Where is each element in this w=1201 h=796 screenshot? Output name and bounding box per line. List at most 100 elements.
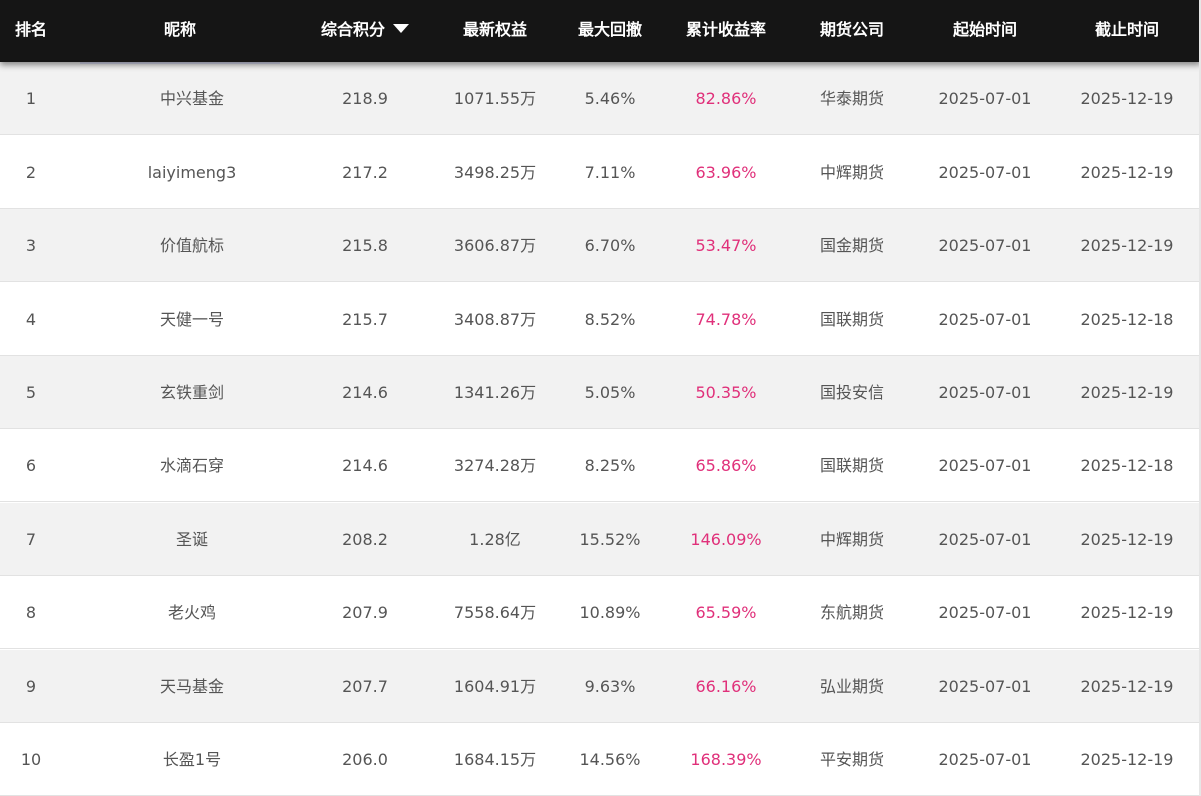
cell-start: 2025-07-01: [938, 530, 1032, 549]
cell-score: 208.2: [342, 530, 388, 549]
cell-end: 2025-12-19: [1080, 750, 1174, 769]
header-nickname[interactable]: 昵称: [80, 0, 280, 62]
cell-rank: 3: [25, 236, 37, 255]
cell-company: 东航期货: [819, 603, 884, 622]
cell-company: 弘业期货: [819, 677, 884, 696]
header-return-rate-label: 累计收益率: [685, 20, 766, 39]
cell-return-rate: 66.16%: [695, 677, 757, 696]
cell-rank: 6: [25, 456, 37, 475]
header-end[interactable]: 截止时间: [1056, 0, 1198, 62]
cell-drawdown: 8.52%: [584, 310, 636, 329]
cell-equity: 3498.25万: [453, 163, 537, 182]
cell-return-rate: 146.09%: [690, 530, 762, 549]
header-return-rate[interactable]: 累计收益率: [662, 0, 790, 62]
cell-company: 国联期货: [819, 456, 884, 475]
cell-nickname[interactable]: 圣诞: [80, 503, 304, 576]
table-row[interactable]: 2 laiyimeng3 217.2 3498.25万 7.11% 63.96%…: [0, 136, 1201, 209]
cell-rank: 1: [25, 89, 37, 108]
cell-equity: 3274.28万: [453, 456, 537, 475]
header-nickname-label: 昵称: [163, 20, 196, 39]
cell-company: 华泰期货: [819, 89, 884, 108]
cell-company: 国投安信: [819, 383, 884, 402]
cell-end: 2025-12-19: [1080, 603, 1174, 622]
cell-drawdown: 15.52%: [579, 530, 641, 549]
table-row[interactable]: 3 价值航标 215.8 3606.87万 6.70% 53.47% 国金期货 …: [0, 209, 1201, 282]
table-row[interactable]: 8 老火鸡 207.9 7558.64万 10.89% 65.59% 东航期货 …: [0, 576, 1201, 649]
cell-start: 2025-07-01: [938, 677, 1032, 696]
cell-score: 215.7: [342, 310, 388, 329]
cell-end: 2025-12-19: [1080, 89, 1174, 108]
header-drawdown-label: 最大回撤: [577, 20, 642, 39]
cell-end: 2025-12-19: [1080, 383, 1174, 402]
table-row[interactable]: 4 天健一号 215.7 3408.87万 8.52% 74.78% 国联期货 …: [0, 283, 1201, 356]
table-row[interactable]: 9 天马基金 207.7 1604.91万 9.63% 66.16% 弘业期货 …: [0, 650, 1201, 723]
cell-score: 215.8: [342, 236, 388, 255]
cell-company: 国金期货: [819, 236, 884, 255]
cell-equity: 3606.87万: [453, 236, 537, 255]
cell-nickname[interactable]: laiyimeng3: [80, 136, 304, 209]
table-row[interactable]: 5 玄铁重剑 214.6 1341.26万 5.05% 50.35% 国投安信 …: [0, 356, 1201, 429]
table-row[interactable]: 6 水滴石穿 214.6 3274.28万 8.25% 65.86% 国联期货 …: [0, 429, 1201, 502]
cell-company: 国联期货: [819, 310, 884, 329]
ranking-table: 排名 昵称 综合积分 最新权益 最大回撤 累计收益率 期货公司 起始时间 截止时…: [0, 0, 1201, 796]
cell-score: 217.2: [342, 163, 388, 182]
header-drawdown[interactable]: 最大回撤: [560, 0, 660, 62]
header-start[interactable]: 起始时间: [914, 0, 1056, 62]
cell-equity: 3408.87万: [453, 310, 537, 329]
table-row[interactable]: 7 圣诞 208.2 1.28亿 15.52% 146.09% 中辉期货 202…: [0, 503, 1201, 576]
cell-start: 2025-07-01: [938, 603, 1032, 622]
cell-end: 2025-12-19: [1080, 163, 1174, 182]
cell-nickname[interactable]: 天马基金: [80, 650, 304, 723]
cell-score: 207.7: [342, 677, 388, 696]
cell-nickname[interactable]: 长盈1号: [80, 723, 304, 796]
cell-equity: 7558.64万: [453, 603, 537, 622]
cell-score: 218.9: [342, 89, 388, 108]
cell-end: 2025-12-19: [1080, 677, 1174, 696]
cell-return-rate: 82.86%: [695, 89, 757, 108]
cell-rank: 9: [25, 677, 37, 696]
cell-score: 214.6: [342, 383, 388, 402]
cell-nickname[interactable]: 老火鸡: [80, 576, 304, 649]
cell-drawdown: 5.05%: [584, 383, 636, 402]
cell-nickname[interactable]: 水滴石穿: [80, 429, 304, 502]
cell-drawdown: 7.11%: [584, 163, 636, 182]
cell-start: 2025-07-01: [938, 383, 1032, 402]
cell-equity: 1071.55万: [453, 89, 537, 108]
header-company-label: 期货公司: [819, 20, 884, 39]
caret-down-icon[interactable]: [393, 24, 409, 33]
cell-equity: 1.28亿: [469, 530, 521, 549]
cell-score: 207.9: [342, 603, 388, 622]
cell-nickname[interactable]: 价值航标: [80, 209, 304, 282]
cell-score: 206.0: [342, 750, 388, 769]
cell-start: 2025-07-01: [938, 89, 1032, 108]
cell-nickname[interactable]: 玄铁重剑: [80, 356, 304, 429]
cell-company: 平安期货: [819, 750, 884, 769]
header-rank[interactable]: 排名: [0, 0, 62, 62]
cell-rank: 2: [25, 163, 37, 182]
cell-drawdown: 10.89%: [579, 603, 641, 622]
cell-rank: 4: [25, 310, 37, 329]
cell-score: 214.6: [342, 456, 388, 475]
cell-rank: 10: [20, 750, 42, 769]
cell-rank: 7: [25, 530, 37, 549]
cell-return-rate: 50.35%: [695, 383, 757, 402]
header-company[interactable]: 期货公司: [790, 0, 914, 62]
cell-company: 中辉期货: [819, 163, 884, 182]
cell-return-rate: 74.78%: [695, 310, 757, 329]
header-equity[interactable]: 最新权益: [430, 0, 560, 62]
cell-drawdown: 5.46%: [584, 89, 636, 108]
cell-start: 2025-07-01: [938, 456, 1032, 475]
cell-equity: 1684.15万: [453, 750, 537, 769]
header-score[interactable]: 综合积分: [300, 0, 430, 62]
table-row[interactable]: 10 长盈1号 206.0 1684.15万 14.56% 168.39% 平安…: [0, 723, 1201, 796]
cell-end: 2025-12-18: [1080, 310, 1174, 329]
header-score-label: 综合积分: [320, 20, 385, 39]
cell-company: 中辉期货: [819, 530, 884, 549]
header-start-label: 起始时间: [952, 20, 1017, 39]
cell-nickname[interactable]: 天健一号: [80, 283, 304, 356]
cell-return-rate: 63.96%: [695, 163, 757, 182]
table-row[interactable]: 1 中兴基金 218.9 1071.55万 5.46% 82.86% 华泰期货 …: [0, 62, 1201, 135]
cell-end: 2025-12-18: [1080, 456, 1174, 475]
header-end-label: 截止时间: [1094, 20, 1159, 39]
cell-nickname[interactable]: 中兴基金: [80, 62, 304, 135]
